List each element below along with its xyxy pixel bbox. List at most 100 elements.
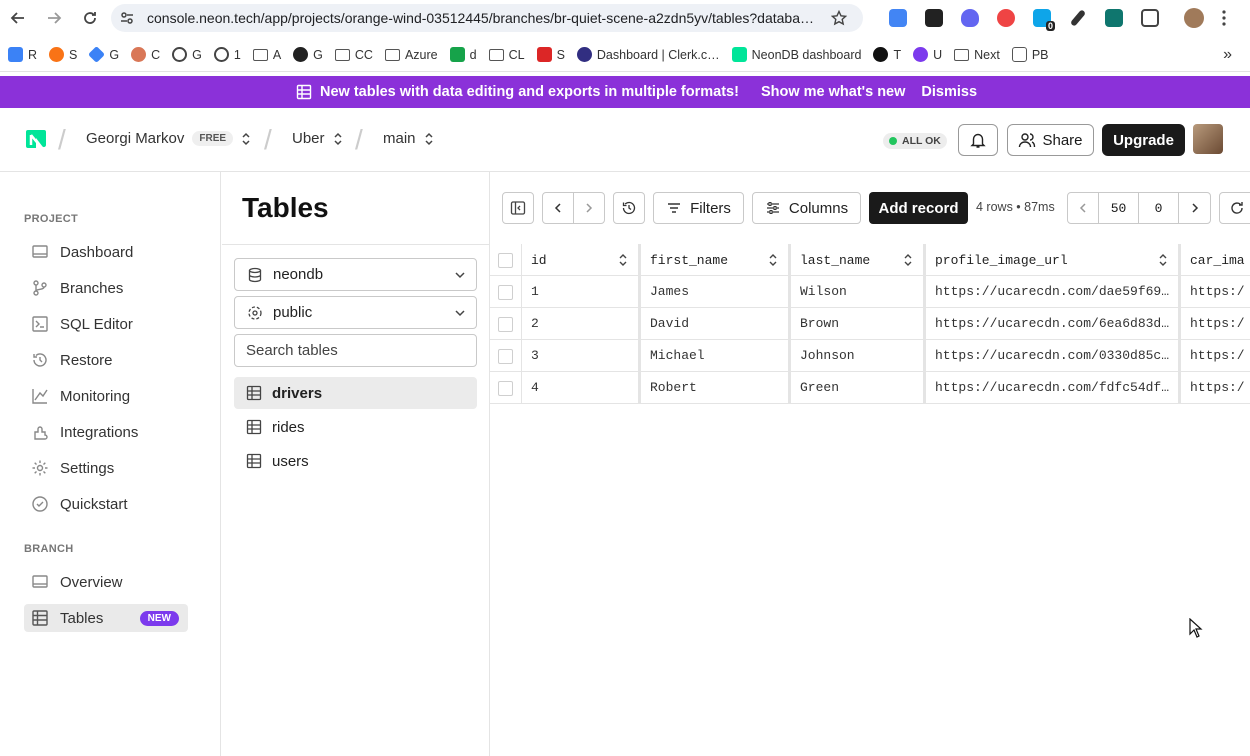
bookmark-item[interactable]: R: [4, 43, 41, 67]
cell-profile-image-url[interactable]: https://ucarecdn.com/0330d85c…: [926, 340, 1181, 372]
limit-input[interactable]: 50: [1099, 193, 1139, 223]
bookmark-item[interactable]: G: [85, 43, 123, 67]
bookmark-item[interactable]: d: [446, 43, 481, 67]
bookmark-star-icon[interactable]: [831, 10, 847, 26]
translate-extension-icon[interactable]: [880, 6, 916, 30]
share-button[interactable]: Share: [1007, 124, 1094, 156]
sidebar-item-settings[interactable]: Settings: [24, 454, 188, 482]
table-row[interactable]: 4 Robert Green https://ucarecdn.com/fdfc…: [490, 372, 1250, 404]
sidebar-item-restore[interactable]: Restore: [24, 346, 188, 374]
sidebar-item-monitoring[interactable]: Monitoring: [24, 382, 188, 410]
project-selector[interactable]: Uber: [292, 130, 343, 147]
table-list-item-users[interactable]: users: [234, 445, 477, 477]
cell-id[interactable]: 2: [522, 308, 641, 340]
filters-button[interactable]: Filters: [653, 192, 744, 224]
cell-car-image[interactable]: https:/: [1181, 340, 1250, 372]
cell-car-image[interactable]: https:/: [1181, 372, 1250, 404]
column-header-last-name[interactable]: last_name: [791, 244, 926, 276]
cell-first-name[interactable]: Robert: [641, 372, 791, 404]
row-checkbox[interactable]: [490, 372, 522, 404]
toggle-sidebar-button[interactable]: [502, 192, 534, 224]
cell-first-name[interactable]: David: [641, 308, 791, 340]
sidebar-item-quickstart[interactable]: Quickstart: [24, 490, 188, 518]
column-header-id[interactable]: id: [522, 244, 641, 276]
shield-extension-icon[interactable]: [952, 6, 988, 30]
offset-input[interactable]: 0: [1139, 193, 1179, 223]
counter-extension-icon[interactable]: 0: [1024, 6, 1060, 31]
bookmark-item[interactable]: G: [168, 43, 206, 67]
column-header-profile-image-url[interactable]: profile_image_url: [926, 244, 1181, 276]
column-header-first-name[interactable]: first_name: [641, 244, 791, 276]
row-checkbox[interactable]: [490, 340, 522, 372]
prev-page-button[interactable]: [1068, 193, 1099, 223]
bookmark-item[interactable]: S: [533, 43, 569, 67]
cell-first-name[interactable]: Michael: [641, 340, 791, 372]
cell-profile-image-url[interactable]: https://ucarecdn.com/dae59f69…: [926, 276, 1181, 308]
sidebar-item-dashboard[interactable]: Dashboard: [24, 238, 188, 266]
cell-last-name[interactable]: Wilson: [791, 276, 926, 308]
columns-button[interactable]: Columns: [752, 192, 861, 224]
bookmark-folder[interactable]: A: [249, 43, 285, 67]
refresh-button[interactable]: [1219, 192, 1250, 224]
bookmark-folder[interactable]: CL: [485, 43, 529, 67]
schema-select[interactable]: public: [234, 296, 477, 329]
table-row[interactable]: 2 David Brown https://ucarecdn.com/6ea6d…: [490, 308, 1250, 340]
bookmark-item[interactable]: C: [127, 43, 164, 67]
site-info-icon[interactable]: [119, 10, 139, 26]
status-badge[interactable]: ALL OK: [883, 133, 947, 149]
history-button[interactable]: [613, 192, 645, 224]
sidebar-item-branches[interactable]: Branches: [24, 274, 188, 302]
bookmark-item[interactable]: 1: [210, 43, 245, 67]
bookmarks-overflow-icon[interactable]: »: [1219, 43, 1236, 67]
bookmark-item[interactable]: U: [909, 43, 946, 67]
bookmark-folder[interactable]: Next: [950, 43, 1004, 67]
table-row[interactable]: 3 Michael Johnson https://ucarecdn.com/0…: [490, 340, 1250, 372]
bookmark-folder[interactable]: Azure: [381, 43, 442, 67]
table-list-item-drivers[interactable]: drivers: [234, 377, 477, 409]
cell-profile-image-url[interactable]: https://ucarecdn.com/6ea6d83d…: [926, 308, 1181, 340]
bookmark-item[interactable]: S: [45, 43, 81, 67]
sidebar-item-tables[interactable]: Tables NEW: [24, 604, 188, 632]
extension-icon[interactable]: [916, 6, 952, 30]
upgrade-button[interactable]: Upgrade: [1102, 124, 1185, 156]
reload-button[interactable]: [76, 4, 104, 32]
sidebar-item-overview[interactable]: Overview: [24, 568, 188, 596]
cell-id[interactable]: 3: [522, 340, 641, 372]
select-all-checkbox[interactable]: [490, 244, 522, 276]
forward-history-button[interactable]: [574, 193, 604, 223]
sidebar-item-sql-editor[interactable]: SQL Editor: [24, 310, 188, 338]
cell-car-image[interactable]: https:/: [1181, 276, 1250, 308]
avatar[interactable]: [1193, 124, 1223, 154]
search-tables-input[interactable]: Search tables: [234, 334, 477, 367]
bookmark-item[interactable]: PB: [1008, 43, 1053, 67]
bookmark-item[interactable]: Dashboard | Clerk.c…: [573, 43, 724, 67]
puzzle-icon[interactable]: [1132, 6, 1168, 30]
forward-button[interactable]: [40, 4, 68, 32]
next-page-button[interactable]: [1179, 193, 1210, 223]
column-header-car-image[interactable]: car_ima: [1181, 244, 1250, 276]
back-history-button[interactable]: [543, 193, 574, 223]
add-record-button[interactable]: Add record: [869, 192, 968, 224]
row-checkbox[interactable]: [490, 276, 522, 308]
cell-last-name[interactable]: Johnson: [791, 340, 926, 372]
kebab-menu-icon[interactable]: [1212, 6, 1236, 30]
branch-selector[interactable]: main: [383, 130, 434, 147]
cell-id[interactable]: 4: [522, 372, 641, 404]
notifications-button[interactable]: [958, 124, 998, 156]
address-bar[interactable]: console.neon.tech/app/projects/orange-wi…: [111, 4, 863, 32]
back-button[interactable]: [4, 4, 32, 32]
sidebar-item-integrations[interactable]: Integrations: [24, 418, 188, 446]
green-extension-icon[interactable]: [1096, 6, 1132, 30]
show-me-link[interactable]: Show me what's new: [761, 84, 905, 100]
row-checkbox[interactable]: [490, 308, 522, 340]
cell-first-name[interactable]: James: [641, 276, 791, 308]
bookmark-folder[interactable]: CC: [331, 43, 377, 67]
dismiss-link[interactable]: Dismiss: [921, 84, 977, 100]
database-select[interactable]: neondb: [234, 258, 477, 291]
profile-avatar[interactable]: [1176, 6, 1212, 30]
table-row[interactable]: 1 James Wilson https://ucarecdn.com/dae5…: [490, 276, 1250, 308]
cell-last-name[interactable]: Brown: [791, 308, 926, 340]
cell-last-name[interactable]: Green: [791, 372, 926, 404]
cell-profile-image-url[interactable]: https://ucarecdn.com/fdfc54df…: [926, 372, 1181, 404]
bookmark-item[interactable]: NeonDB dashboard: [728, 43, 866, 67]
